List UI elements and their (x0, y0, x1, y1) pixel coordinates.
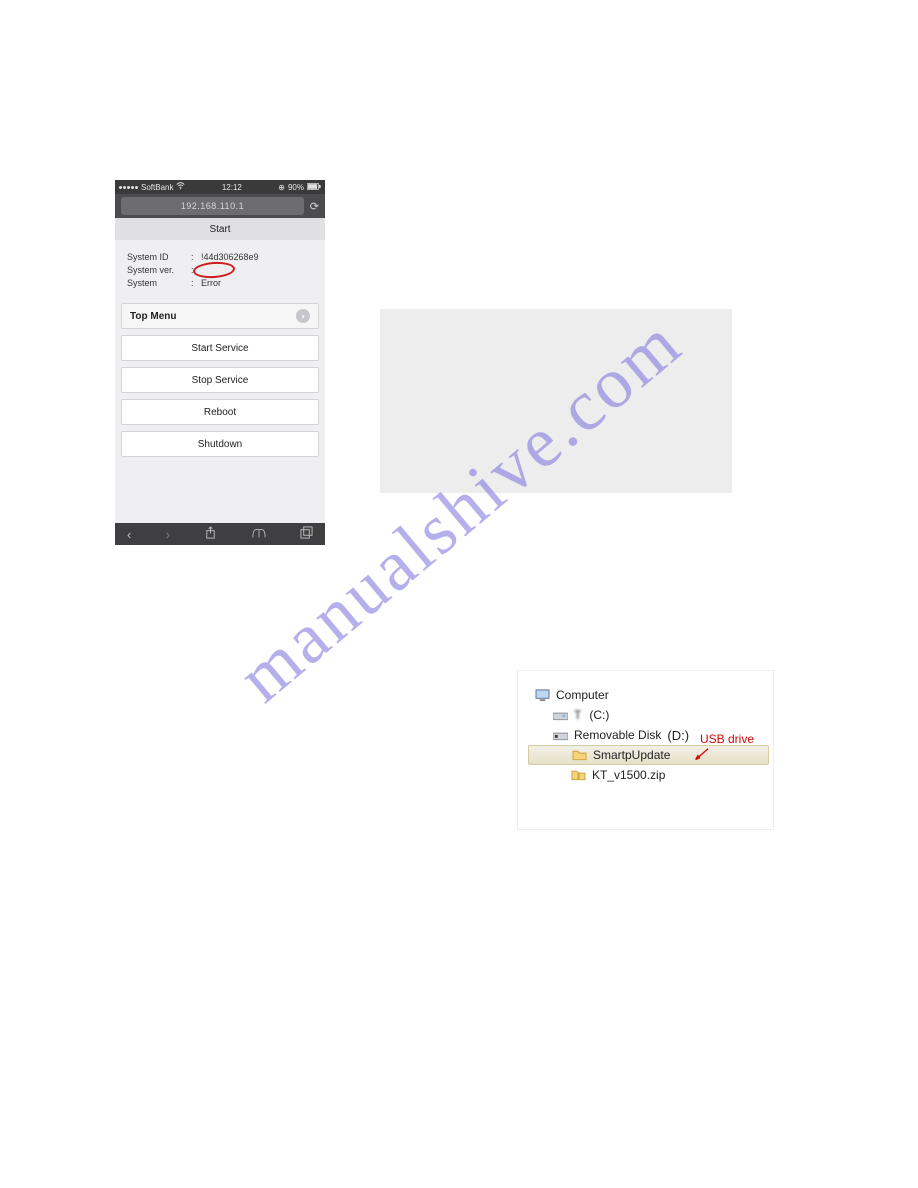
status-bar: SoftBank 12:12 ⊕ 90% (115, 180, 325, 194)
battery-icon (307, 183, 321, 192)
top-menu-button[interactable]: Top Menu › (121, 303, 319, 329)
start-service-button[interactable]: Start Service (121, 335, 319, 361)
share-icon[interactable] (204, 526, 217, 542)
reboot-button[interactable]: Reboot (121, 399, 319, 425)
system-ver-label: System ver. (127, 264, 191, 277)
folder-icon (571, 747, 587, 763)
shutdown-button[interactable]: Shutdown (121, 431, 319, 457)
stop-service-button[interactable]: Stop Service (121, 367, 319, 393)
zip-file-node[interactable]: KT_v1500.zip (534, 765, 763, 785)
folder-label: SmartpUpdate (593, 748, 670, 762)
phone-screenshot: SoftBank 12:12 ⊕ 90% 192.168.110.1 ⟳ Sta… (115, 180, 325, 545)
system-row: System : Error (127, 277, 315, 290)
watermark-overlay: manualshive.com (0, 0, 918, 1188)
wifi-icon (176, 182, 185, 192)
zip-file-icon (570, 767, 586, 783)
battery-percent: 90% (288, 183, 304, 192)
orientation-lock-icon: ⊕ (278, 183, 285, 192)
explorer-panel: Computer T (C:) Removable Disk (D:) Smar… (517, 670, 774, 830)
system-info: System ID : !44d306268e9 System ver. : S… (115, 240, 325, 299)
annotation-arrow (692, 747, 710, 763)
bookmarks-icon[interactable] (252, 527, 266, 542)
status-time: 12:12 (222, 183, 242, 192)
top-menu-label: Top Menu (130, 311, 176, 322)
browser-toolbar: ‹ › (115, 523, 325, 545)
carrier-label: SoftBank (141, 183, 173, 192)
c-drive-node[interactable]: T (C:) (534, 705, 763, 725)
computer-label: Computer (556, 688, 609, 702)
reboot-label: Reboot (204, 407, 236, 418)
page-title-bar: Start (115, 218, 325, 240)
hdd-icon (552, 707, 568, 723)
computer-icon (534, 687, 550, 703)
status-left: SoftBank (119, 182, 185, 192)
removable-disk-icon (552, 727, 568, 743)
url-text: 192.168.110.1 (181, 201, 244, 211)
removable-label: Removable Disk (574, 728, 661, 742)
system-value: Error (201, 277, 221, 290)
usb-drive-annotation: USB drive (700, 732, 754, 746)
stop-service-label: Stop Service (192, 375, 249, 386)
system-label: System (127, 277, 191, 290)
placeholder-panel (380, 309, 732, 493)
smartpupdate-folder[interactable]: SmartpUpdate (528, 745, 769, 765)
computer-node[interactable]: Computer (534, 685, 763, 705)
status-right: ⊕ 90% (278, 183, 321, 192)
system-id-label: System ID (127, 251, 191, 264)
chevron-right-icon: › (296, 309, 310, 323)
browser-address-bar: 192.168.110.1 ⟳ (115, 194, 325, 218)
forward-icon[interactable]: › (166, 527, 170, 542)
shutdown-label: Shutdown (198, 439, 242, 450)
back-icon[interactable]: ‹ (127, 527, 131, 542)
page-title: Start (209, 224, 230, 235)
reload-icon[interactable]: ⟳ (310, 200, 319, 213)
c-drive-name: T (574, 708, 583, 722)
c-drive-suffix: (C:) (589, 708, 609, 722)
signal-icon (119, 186, 138, 189)
tabs-icon[interactable] (300, 526, 313, 542)
start-service-label: Start Service (191, 343, 248, 354)
zip-file-label: KT_v1500.zip (592, 768, 665, 782)
d-drive-suffix: (D:) (667, 728, 689, 743)
url-field[interactable]: 192.168.110.1 (121, 197, 304, 215)
